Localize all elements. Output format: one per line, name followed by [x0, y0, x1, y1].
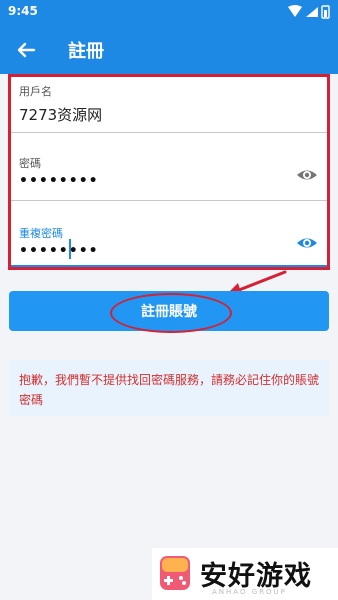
username-value[interactable]: 7273资源网 [19, 104, 102, 125]
eye-icon[interactable] [295, 163, 319, 187]
username-label: 用戶名 [19, 85, 52, 98]
password-field[interactable]: 密碼 •••••••• [11, 133, 327, 201]
watermark-subtext: ANHAO GROUP [212, 588, 287, 596]
status-icons [272, 4, 332, 20]
annotation-ellipse [110, 293, 232, 333]
battery-icon [321, 5, 330, 19]
status-bar: 9:45 [0, 0, 338, 24]
gamepad-icon [156, 554, 194, 592]
password-value[interactable]: •••••••• [19, 173, 99, 189]
watermark-logo: 安好游戏 ANHAO GROUP [152, 548, 338, 600]
password-label: 密碼 [19, 157, 41, 170]
confirm-password-field[interactable]: 重複密碼 •••••••• [11, 201, 327, 267]
notice-box: 抱歉，我們暫不提供找回密碼服務，請務必記住你的賬號密碼 [9, 360, 329, 416]
confirm-password-label: 重複密碼 [19, 227, 63, 240]
status-time: 9:45 [8, 4, 38, 18]
registration-form: 用戶名 7273资源网 密碼 •••••••• 重複密碼 •••••••• [8, 74, 330, 270]
username-field[interactable]: 用戶名 7273资源网 [11, 77, 327, 133]
text-cursor [69, 239, 71, 259]
signal-icon [306, 7, 318, 17]
back-arrow-icon[interactable] [12, 36, 40, 64]
eye-icon[interactable] [295, 231, 319, 255]
app-bar: 註冊 [0, 24, 338, 74]
wifi-icon [288, 5, 302, 17]
notice-text: 抱歉，我們暫不提供找回密碼服務，請務必記住你的賬號密碼 [19, 373, 320, 407]
page-title: 註冊 [68, 41, 104, 62]
confirm-password-value[interactable]: •••••••• [19, 243, 99, 259]
